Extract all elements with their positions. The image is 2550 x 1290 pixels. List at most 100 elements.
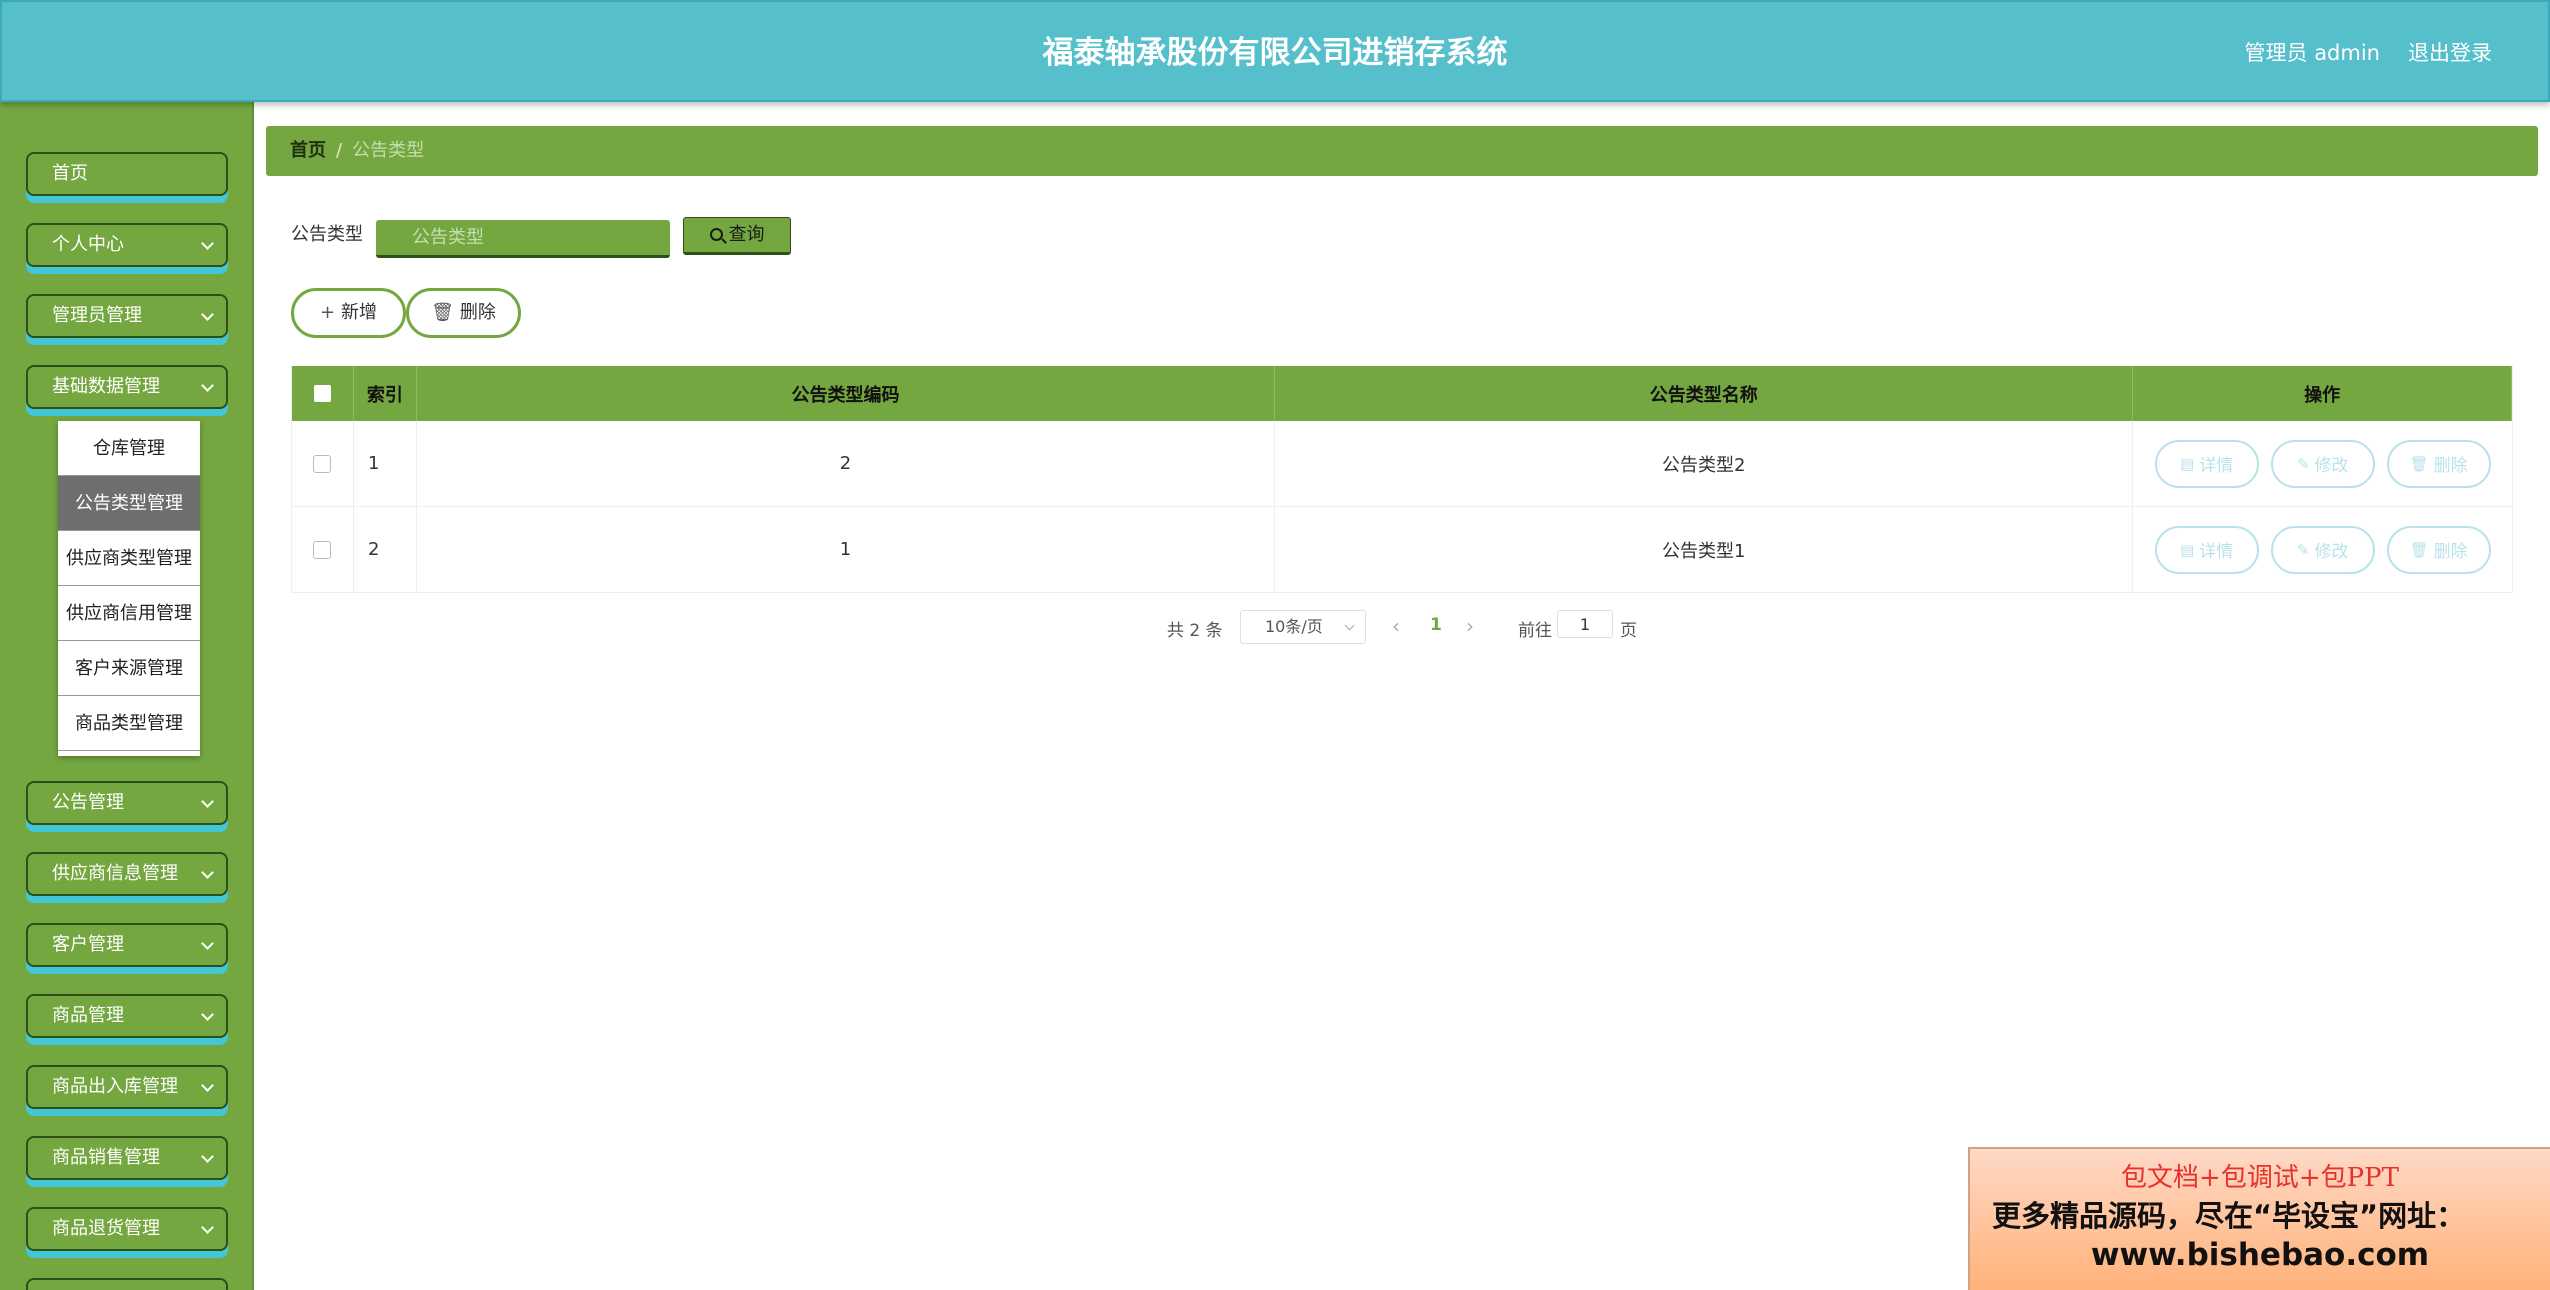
document-icon: ▤ bbox=[2180, 454, 2195, 473]
row-checkbox[interactable] bbox=[313, 540, 332, 559]
ad-line-1: 包文档+包调试+包PPT bbox=[2121, 1163, 2399, 1193]
ad-url: www.bishebao.com bbox=[2090, 1237, 2430, 1273]
cell-actions: ▤ 详情 ✎ 修改 🗑 删除 bbox=[2133, 507, 2512, 592]
sidebar-item-label: 商品退货管理 bbox=[52, 1218, 160, 1239]
trash-icon: 🗑 bbox=[2409, 540, 2429, 559]
add-button-label: 新增 bbox=[341, 302, 378, 323]
submenu-item-customer-source[interactable]: 客户来源管理 bbox=[58, 641, 200, 696]
column-header-index: 索引 bbox=[354, 366, 417, 421]
row-checkbox[interactable] bbox=[313, 454, 332, 473]
pagination: 共 2 条 10条/页 ‹ 1 › 前往 页 bbox=[0, 608, 2550, 646]
detail-button[interactable]: ▤ 详情 bbox=[2154, 439, 2259, 488]
cell-code: 1 bbox=[417, 507, 1276, 592]
sidebar-item-supplier-info[interactable]: 供应商信息管理 bbox=[26, 852, 228, 896]
page-number[interactable]: 1 bbox=[1430, 615, 1442, 635]
delete-button[interactable]: 🗑 删除 bbox=[2386, 525, 2491, 574]
submenu-item-product-type[interactable]: 商品类型管理 bbox=[58, 696, 200, 751]
chevron-down-icon bbox=[201, 379, 214, 392]
page-size-value: 10条/页 bbox=[1265, 617, 1323, 636]
column-header-actions: 操作 bbox=[2133, 366, 2512, 421]
sidebar-item-label: 公告管理 bbox=[52, 792, 124, 813]
batch-delete-button[interactable]: 🗑 删除 bbox=[406, 288, 521, 338]
cell-index: 1 bbox=[354, 421, 417, 506]
sidebar-item-admin-management[interactable]: 管理员管理 bbox=[26, 294, 228, 338]
search-input[interactable] bbox=[376, 220, 670, 258]
detail-button-label: 详情 bbox=[2199, 456, 2234, 476]
delete-button[interactable]: 🗑 删除 bbox=[2386, 439, 2491, 488]
chevron-down-icon bbox=[1344, 620, 1355, 631]
cell-actions: ▤ 详情 ✎ 修改 🗑 删除 bbox=[2133, 421, 2512, 506]
ad-line-2: 更多精品源码，尽在“毕设宝”网址： bbox=[1992, 1199, 2466, 1233]
sidebar-item-label: 管理员管理 bbox=[52, 305, 142, 326]
chevron-down-icon bbox=[201, 866, 214, 879]
sidebar-item-customer-management[interactable]: 客户管理 bbox=[26, 923, 228, 967]
detail-button-label: 详情 bbox=[2199, 542, 2234, 562]
cell-code: 2 bbox=[417, 421, 1276, 506]
next-page-icon[interactable]: › bbox=[1466, 614, 1474, 638]
batch-delete-button-label: 删除 bbox=[459, 302, 496, 323]
breadcrumb-separator: / bbox=[336, 140, 343, 161]
cell-index: 2 bbox=[354, 507, 417, 592]
search-button[interactable]: 查询 bbox=[683, 217, 791, 255]
submenu-item-notice-type[interactable]: 公告类型管理 bbox=[58, 476, 200, 531]
sidebar-item-label: 商品出入库管理 bbox=[52, 1076, 178, 1097]
delete-button-label: 删除 bbox=[2433, 542, 2468, 562]
header-checkbox-cell bbox=[292, 366, 354, 421]
row-checkbox-cell bbox=[292, 421, 354, 506]
chevron-down-icon bbox=[201, 1150, 214, 1163]
breadcrumb: 首页 / 公告类型 bbox=[266, 126, 2538, 176]
submenu-item-warehouse[interactable]: 仓库管理 bbox=[58, 421, 200, 476]
sidebar-item-label: 首页 bbox=[52, 163, 88, 184]
edit-button-label: 修改 bbox=[2314, 456, 2349, 476]
table-row: 2 1 公告类型1 ▤ 详情 ✎ 修改 🗑 删除 bbox=[292, 507, 2512, 593]
pagination-total: 共 2 条 bbox=[1167, 621, 1223, 641]
search-button-label: 查询 bbox=[728, 224, 765, 245]
search-label: 公告类型 bbox=[291, 224, 363, 245]
sidebar-item-sales-management[interactable]: 商品销售管理 bbox=[26, 1136, 228, 1180]
goto-suffix: 页 bbox=[1620, 621, 1637, 641]
sidebar-item-notice-management[interactable]: 公告管理 bbox=[26, 781, 228, 825]
cell-name: 公告类型2 bbox=[1275, 421, 2134, 506]
logout-link[interactable]: 退出登录 bbox=[2408, 2, 2492, 104]
prev-page-icon[interactable]: ‹ bbox=[1392, 614, 1400, 638]
select-all-checkbox[interactable] bbox=[313, 385, 331, 402]
delete-button-label: 删除 bbox=[2433, 456, 2468, 476]
edit-button[interactable]: ✎ 修改 bbox=[2270, 439, 2375, 488]
chevron-down-icon bbox=[201, 1008, 214, 1021]
detail-button[interactable]: ▤ 详情 bbox=[2154, 525, 2259, 574]
chevron-down-icon bbox=[201, 795, 214, 808]
table-header: 索引 公告类型编码 公告类型名称 操作 bbox=[292, 366, 2512, 421]
chevron-down-icon bbox=[201, 1221, 214, 1234]
sidebar-item-personal-center[interactable]: 个人中心 bbox=[26, 223, 228, 267]
document-icon: ▤ bbox=[2180, 540, 2195, 559]
pencil-icon: ✎ bbox=[2296, 454, 2310, 473]
pencil-icon: ✎ bbox=[2296, 540, 2310, 559]
edit-button[interactable]: ✎ 修改 bbox=[2270, 525, 2375, 574]
table-row: 1 2 公告类型2 ▤ 详情 ✎ 修改 🗑 删除 bbox=[292, 421, 2512, 507]
trash-icon: 🗑 bbox=[2409, 454, 2429, 473]
chevron-down-icon bbox=[201, 1079, 214, 1092]
breadcrumb-current: 公告类型 bbox=[352, 140, 425, 161]
chevron-down-icon bbox=[201, 308, 214, 321]
sidebar-item-label: 客户管理 bbox=[52, 934, 124, 955]
row-checkbox-cell bbox=[292, 507, 354, 592]
submenu-item-supplier-type[interactable]: 供应商类型管理 bbox=[58, 531, 200, 586]
search-icon bbox=[709, 228, 723, 241]
sidebar-item-home[interactable]: 首页 bbox=[26, 152, 228, 196]
page-size-select[interactable]: 10条/页 bbox=[1240, 610, 1366, 644]
data-table: 索引 公告类型编码 公告类型名称 操作 1 2 公告类型2 ▤ 详情 ✎ 修改 🗑 删… bbox=[291, 366, 2513, 593]
sidebar-item-partial[interactable] bbox=[26, 1278, 228, 1290]
add-button[interactable]: + 新增 bbox=[291, 288, 406, 338]
chevron-down-icon bbox=[201, 937, 214, 950]
sidebar-item-stock-inout[interactable]: 商品出入库管理 bbox=[26, 1065, 228, 1109]
breadcrumb-home[interactable]: 首页 bbox=[290, 140, 326, 161]
sidebar-item-returns-management[interactable]: 商品退货管理 bbox=[26, 1207, 228, 1251]
ad-banner: 包文档+包调试+包PPT 更多精品源码，尽在“毕设宝”网址： www.bishe… bbox=[1968, 1147, 2550, 1290]
goto-label: 前往 bbox=[1518, 621, 1552, 641]
current-user: 管理员 admin bbox=[2244, 41, 2380, 65]
trash-icon: 🗑 bbox=[431, 302, 454, 323]
cell-name: 公告类型1 bbox=[1275, 507, 2134, 592]
goto-page-input[interactable] bbox=[1557, 610, 1613, 638]
sidebar-item-basic-data[interactable]: 基础数据管理 bbox=[26, 365, 228, 409]
sidebar-item-product-management[interactable]: 商品管理 bbox=[26, 994, 228, 1038]
